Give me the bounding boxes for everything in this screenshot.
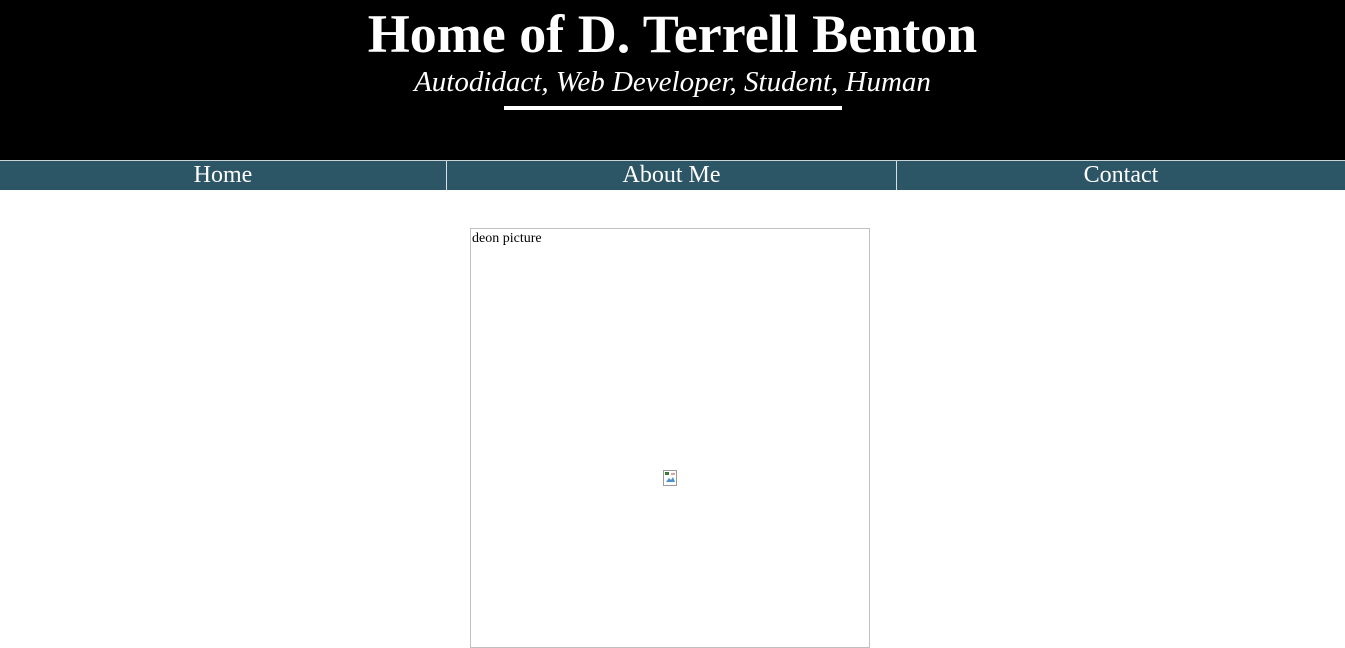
- main-navigation: Home About Me Contact: [0, 160, 1345, 190]
- profile-photo-placeholder: deon picture: [470, 228, 870, 648]
- site-header: Home of D. Terrell Benton Autodidact, We…: [0, 0, 1345, 160]
- photo-alt-text: deon picture: [472, 231, 542, 246]
- nav-item-home[interactable]: Home: [0, 161, 447, 190]
- title-underline-divider: [504, 106, 842, 110]
- broken-image-icon: [663, 470, 677, 486]
- nav-item-contact[interactable]: Contact: [897, 161, 1345, 190]
- site-subtitle: Autodidact, Web Developer, Student, Huma…: [414, 66, 931, 98]
- site-title: Home of D. Terrell Benton: [367, 4, 978, 64]
- nav-item-about-me[interactable]: About Me: [447, 161, 897, 190]
